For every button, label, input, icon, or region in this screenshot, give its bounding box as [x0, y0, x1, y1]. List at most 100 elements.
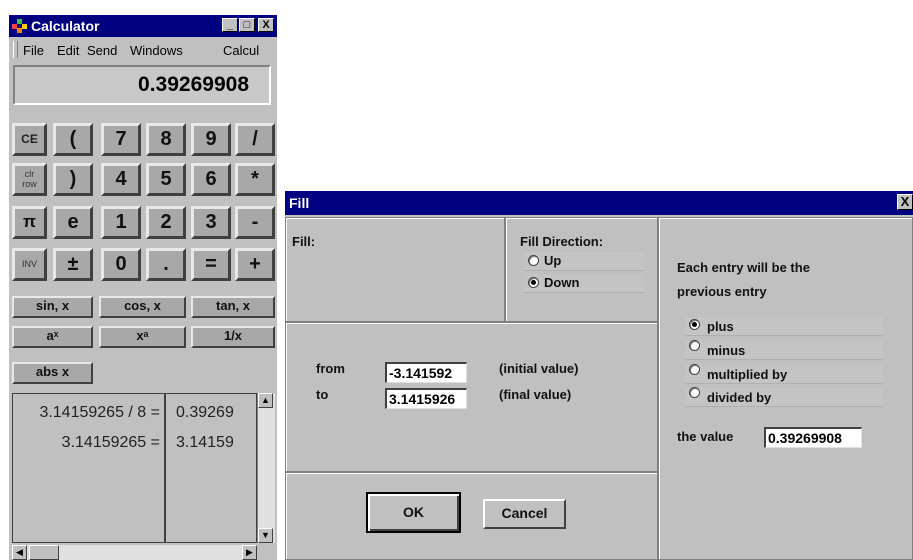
calculator-title: Calculator: [31, 18, 100, 34]
fill-titlebar[interactable]: Fill X: [285, 191, 913, 215]
to-note: (final value): [499, 387, 572, 402]
radio-minus[interactable]: [689, 340, 700, 351]
calculator-display: 0.39269908: [13, 65, 271, 105]
scroll-thumb[interactable]: [29, 545, 59, 560]
key-7[interactable]: 7: [101, 123, 141, 156]
buttons-panel: OK Cancel: [285, 472, 658, 560]
operation-plus-label: plus: [707, 319, 734, 334]
close-button[interactable]: X: [258, 18, 274, 32]
to-input[interactable]: 3.1415926: [385, 388, 467, 409]
fill-label-panel: Fill:: [285, 217, 505, 322]
key-divide[interactable]: /: [235, 123, 275, 156]
key-plus[interactable]: +: [235, 248, 275, 281]
key-cos[interactable]: cos, x: [99, 296, 186, 318]
key-0[interactable]: 0: [101, 248, 141, 281]
direction-option-up[interactable]: Up: [524, 252, 644, 271]
key-pi[interactable]: π: [12, 206, 47, 239]
key-2[interactable]: 2: [146, 206, 186, 239]
calculator-window: Calculator _ □ X File Edit Send Windows …: [9, 15, 277, 560]
fill-direction-panel: Fill Direction: Up Down: [505, 217, 658, 322]
direction-down-label: Down: [544, 275, 580, 290]
history-expressions: 3.14159265 / 8 = 3.14159265 =: [12, 393, 165, 543]
key-a-power-x[interactable]: aˣ: [12, 326, 93, 348]
key-right-paren[interactable]: ): [53, 163, 93, 196]
key-reciprocal[interactable]: 1/x: [191, 326, 275, 348]
key-1[interactable]: 1: [101, 206, 141, 239]
fill-title: Fill: [289, 195, 310, 211]
menu-calculator[interactable]: Calcul: [223, 43, 259, 58]
range-panel: from -3.141592 (initial value) to 3.1415…: [285, 322, 658, 472]
operation-multiplied-label: multiplied by: [707, 367, 788, 382]
from-input[interactable]: -3.141592: [385, 362, 467, 383]
operation-label-line1: Each entry will be the: [677, 260, 810, 275]
operation-option-minus[interactable]: minus: [685, 340, 883, 360]
history-results: 0.39269 3.14159: [165, 393, 257, 543]
key-4[interactable]: 4: [101, 163, 141, 196]
key-multiply[interactable]: *: [235, 163, 275, 196]
display-value: 0.39269908: [138, 73, 249, 96]
calculator-titlebar[interactable]: Calculator _ □ X: [9, 15, 277, 37]
key-decimal[interactable]: .: [146, 248, 186, 281]
menu-grip: [13, 41, 18, 58]
menu-file[interactable]: File: [23, 43, 44, 58]
key-8[interactable]: 8: [146, 123, 186, 156]
history-horizontal-scrollbar[interactable]: ◀ ▶: [12, 545, 257, 560]
history-panel: 3.14159265 / 8 = 3.14159265 = 0.39269 3.…: [12, 393, 276, 560]
from-note: (initial value): [499, 361, 579, 376]
key-3[interactable]: 3: [191, 206, 231, 239]
scroll-down-arrow-icon[interactable]: ▼: [258, 528, 273, 543]
key-left-paren[interactable]: (: [53, 123, 93, 156]
radio-up[interactable]: [528, 255, 539, 266]
menu-bar: File Edit Send Windows Calcul: [9, 39, 277, 61]
key-minus[interactable]: -: [235, 206, 275, 239]
cancel-button[interactable]: Cancel: [483, 499, 566, 529]
radio-multiplied[interactable]: [689, 364, 700, 375]
key-abs[interactable]: abs x: [12, 362, 93, 384]
scroll-left-arrow-icon[interactable]: ◀: [12, 545, 27, 560]
direction-option-down[interactable]: Down: [524, 274, 644, 293]
key-6[interactable]: 6: [191, 163, 231, 196]
history-result: 0.39269: [176, 404, 234, 421]
calculator-app-icon: [12, 19, 27, 33]
close-icon[interactable]: X: [897, 194, 913, 210]
key-inverse[interactable]: INV: [12, 248, 47, 281]
key-tan[interactable]: tan, x: [191, 296, 275, 318]
key-sin[interactable]: sin, x: [12, 296, 93, 318]
operation-option-divided[interactable]: divided by: [685, 387, 883, 407]
history-expression: 3.14159265 / 8 =: [39, 404, 160, 421]
key-e[interactable]: e: [53, 206, 93, 239]
to-label: to: [316, 387, 329, 402]
history-result: 3.14159: [176, 434, 234, 451]
scroll-up-arrow-icon[interactable]: ▲: [258, 393, 273, 408]
history-vertical-scrollbar[interactable]: ▲ ▼: [257, 393, 275, 543]
key-clear-row[interactable]: clr row: [12, 163, 47, 196]
radio-divided[interactable]: [689, 387, 700, 398]
radio-down[interactable]: [528, 277, 539, 288]
fill-label: Fill:: [292, 234, 316, 249]
value-input[interactable]: 0.39269908: [764, 427, 862, 448]
key-plus-minus[interactable]: ±: [53, 248, 93, 281]
history-expression: 3.14159265 =: [61, 434, 160, 451]
operation-option-multiplied[interactable]: multiplied by: [685, 364, 883, 384]
key-5[interactable]: 5: [146, 163, 186, 196]
operation-minus-label: minus: [707, 343, 746, 358]
menu-send[interactable]: Send: [87, 43, 117, 58]
radio-plus[interactable]: [689, 319, 700, 330]
menu-edit[interactable]: Edit: [57, 43, 79, 58]
ok-button[interactable]: OK: [366, 492, 461, 533]
operation-panel: Each entry will be the previous entry pl…: [658, 217, 913, 560]
operation-option-plus[interactable]: plus: [685, 317, 883, 336]
operation-label-line2: previous entry: [677, 284, 767, 299]
menu-windows[interactable]: Windows: [130, 43, 183, 58]
fill-dialog: Fill X Fill: Fill Direction: Up Down fro…: [285, 191, 913, 560]
key-9[interactable]: 9: [191, 123, 231, 156]
minimize-button[interactable]: _: [222, 18, 238, 32]
key-x-power-a[interactable]: xᵃ: [99, 326, 186, 348]
maximize-button[interactable]: □: [239, 18, 255, 32]
key-ce[interactable]: CE: [12, 123, 47, 156]
key-equals[interactable]: =: [191, 248, 231, 281]
fill-direction-label: Fill Direction:: [520, 234, 604, 249]
scroll-right-arrow-icon[interactable]: ▶: [242, 545, 257, 560]
value-label: the value: [677, 429, 734, 444]
from-label: from: [316, 361, 345, 376]
